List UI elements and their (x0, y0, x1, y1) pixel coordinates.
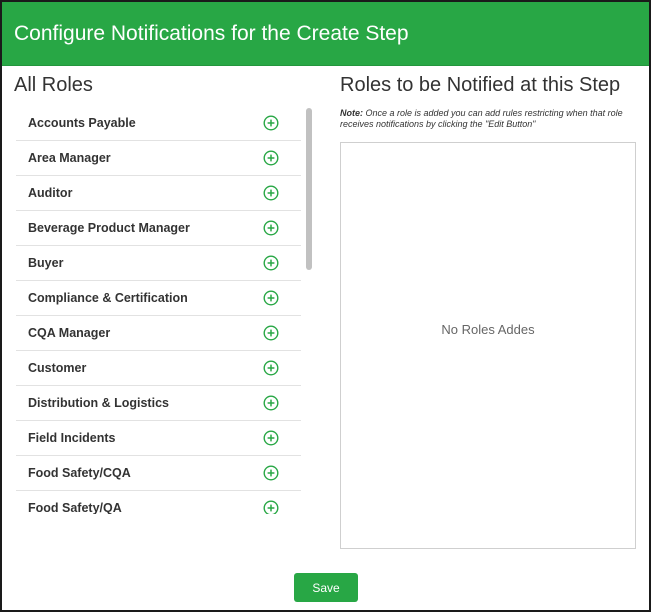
role-list-item[interactable]: Field Incidents (16, 421, 301, 456)
add-role-icon[interactable] (263, 185, 279, 201)
add-role-icon[interactable] (263, 395, 279, 411)
role-list-item[interactable]: Beverage Product Manager (16, 211, 301, 246)
role-label: Compliance & Certification (28, 291, 188, 305)
all-roles-list: Accounts Payable Area Manager Auditor Bever… (16, 106, 301, 514)
role-list-item[interactable]: Area Manager (16, 141, 301, 176)
notified-roles-title: Roles to be Notified at this Step (340, 74, 621, 96)
role-list-item[interactable]: Accounts Payable (16, 106, 301, 141)
roles-scrollbar-thumb[interactable] (306, 108, 312, 270)
role-list-item[interactable]: Compliance & Certification (16, 281, 301, 316)
add-role-icon[interactable] (263, 220, 279, 236)
all-roles-list-container[interactable]: Accounts Payable Area Manager Auditor Bever… (16, 106, 316, 514)
role-list-item[interactable]: Customer (16, 351, 301, 386)
add-role-icon[interactable] (263, 325, 279, 341)
add-role-icon[interactable] (263, 150, 279, 166)
dialog-title: Configure Notifications for the Create S… (14, 21, 409, 45)
role-label: Distribution & Logistics (28, 396, 169, 410)
empty-state-text: No Roles Addes (441, 322, 535, 337)
role-label: Food Safety/CQA (28, 466, 131, 480)
role-label: Auditor (28, 186, 73, 200)
role-label: Food Safety/QA (28, 501, 122, 514)
role-list-item[interactable]: CQA Manager (16, 316, 301, 351)
role-list-item[interactable]: Food Safety/QA (16, 491, 301, 514)
add-role-icon[interactable] (263, 500, 279, 514)
notified-note: Note: Once a role is added you can add r… (340, 108, 640, 130)
add-role-icon[interactable] (263, 430, 279, 446)
note-label: Note: (340, 108, 363, 118)
notification-dialog: Configure Notifications for the Create S… (0, 0, 651, 612)
add-role-icon[interactable] (263, 115, 279, 131)
add-role-icon[interactable] (263, 290, 279, 306)
role-label: Field Incidents (28, 431, 116, 445)
role-label: Accounts Payable (28, 116, 136, 130)
all-roles-title: All Roles (14, 74, 93, 96)
add-role-icon[interactable] (263, 465, 279, 481)
role-list-item[interactable]: Auditor (16, 176, 301, 211)
role-label: Buyer (28, 256, 64, 270)
role-list-item[interactable]: Buyer (16, 246, 301, 281)
role-label: CQA Manager (28, 326, 111, 340)
role-list-item[interactable]: Distribution & Logistics (16, 386, 301, 421)
note-text: Once a role is added you can add rules r… (340, 108, 623, 129)
add-role-icon[interactable] (263, 360, 279, 376)
role-label: Customer (28, 361, 87, 375)
role-label: Area Manager (28, 151, 111, 165)
save-button[interactable]: Save (294, 573, 358, 602)
dialog-header: Configure Notifications for the Create S… (2, 2, 649, 66)
notified-roles-box: No Roles Addes (340, 142, 636, 549)
role-list-item[interactable]: Food Safety/CQA (16, 456, 301, 491)
role-label: Beverage Product Manager (28, 221, 190, 235)
add-role-icon[interactable] (263, 255, 279, 271)
